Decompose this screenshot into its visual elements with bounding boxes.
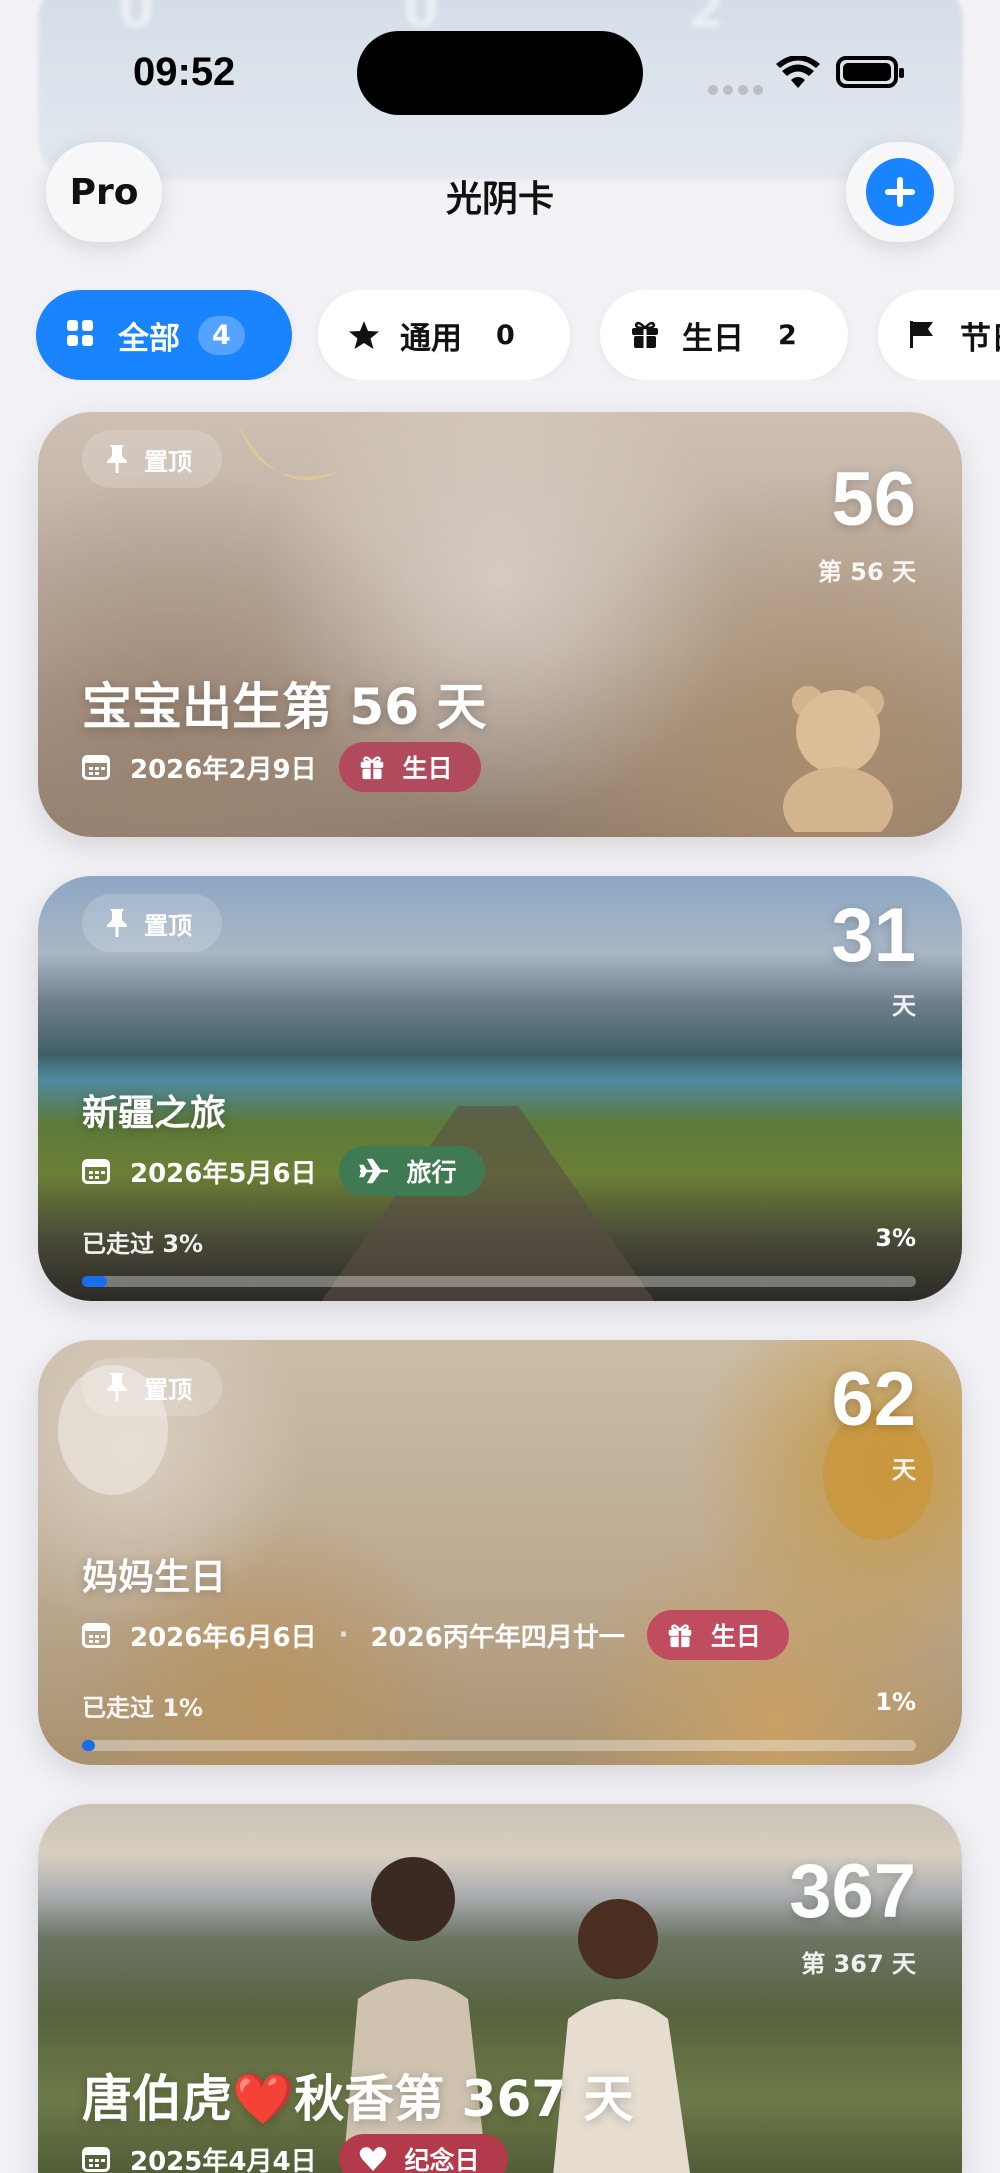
flag-icon xyxy=(908,319,940,351)
card-title: 妈妈生日 xyxy=(82,1557,227,1598)
tag-label: 旅行 xyxy=(406,1158,457,1187)
filter-count: 0 xyxy=(496,319,515,351)
filter-label: 全部 xyxy=(118,320,180,357)
plus-icon xyxy=(866,158,934,226)
star-icon xyxy=(348,319,380,351)
card-date: 2026年6月6日 xyxy=(130,1622,317,1653)
gift-icon xyxy=(630,319,662,351)
card-title: 唐伯虎❤️秋香第 367 天 xyxy=(82,2070,634,2128)
pinned-badge: 置顶 xyxy=(82,1358,222,1416)
calendar-icon xyxy=(82,755,110,780)
category-tag: 纪念日 xyxy=(338,2134,508,2173)
tag-label: 生日 xyxy=(710,1622,761,1651)
battery-icon xyxy=(836,56,904,88)
card-title: 新疆之旅 xyxy=(82,1093,227,1134)
countdown-card-trip[interactable]: 置顶 31 天 新疆之旅 2026年5月6日 旅行 已走过 3% 3% xyxy=(38,876,962,1301)
day-count-label: 天 xyxy=(892,1456,916,1484)
filter-chip-birthday[interactable]: 生日 2 xyxy=(600,290,848,380)
airplane-icon xyxy=(358,1158,388,1184)
day-count: 56 xyxy=(831,457,916,542)
category-tag: 生日 xyxy=(338,742,481,792)
progress-percent: 1% xyxy=(875,1688,916,1716)
card-date: 2025年4月4日 xyxy=(130,2146,317,2173)
progress-percent: 3% xyxy=(875,1224,916,1252)
card-meta: 2026年5月6日 旅行 xyxy=(82,1146,485,1196)
day-count-label: 第 367 天 xyxy=(801,1950,916,1978)
dynamic-island xyxy=(357,31,643,115)
filter-label: 生日 xyxy=(682,320,744,357)
category-tag: 旅行 xyxy=(338,1146,485,1196)
pin-icon xyxy=(107,445,127,473)
day-count-label: 天 xyxy=(892,992,916,1020)
progress-fill xyxy=(82,1740,95,1751)
countdown-card-baby[interactable]: 置顶 56 第 56 天 宝宝出生第 56 天 2026年2月9日 生日 xyxy=(38,412,962,837)
gift-icon xyxy=(360,756,383,780)
gift-icon xyxy=(668,1624,692,1648)
heart-icon xyxy=(359,2147,386,2171)
pinned-label: 置顶 xyxy=(144,447,192,476)
progress-label: 已走过 1% xyxy=(82,1694,204,1722)
calendar-icon xyxy=(82,1623,110,1648)
filter-bar: 全部 4 通用 0 生日 2 节日 xyxy=(0,290,1000,380)
card-meta: 2026年2月9日 生日 xyxy=(82,742,481,792)
day-count: 62 xyxy=(831,1357,916,1442)
pin-icon xyxy=(107,1373,127,1401)
status-bar: 09:52 xyxy=(0,0,1000,150)
progress-fill xyxy=(82,1276,108,1287)
day-count: 367 xyxy=(789,1849,916,1934)
pin-icon xyxy=(107,909,127,937)
pinned-badge: 置顶 xyxy=(82,894,222,952)
filter-label: 节日 xyxy=(960,320,1000,357)
pinned-label: 置顶 xyxy=(144,911,192,940)
card-meta: 2025年4月4日 纪念日 xyxy=(82,2134,508,2173)
road-decoration-icon xyxy=(321,1106,655,1301)
filter-chip-all[interactable]: 全部 4 xyxy=(36,290,292,380)
card-date: 2026年2月9日 xyxy=(130,754,317,785)
teddy-bear-decoration-icon xyxy=(783,686,893,832)
add-button[interactable] xyxy=(846,142,954,242)
filter-chip-holiday[interactable]: 节日 xyxy=(878,290,1000,380)
filter-count: 4 xyxy=(198,315,245,355)
countdown-card-mom-birthday[interactable]: 置顶 62 天 妈妈生日 2026年6月6日 · 2026丙午年四月廿一 生日 … xyxy=(38,1340,962,1765)
progress-bar xyxy=(82,1276,916,1287)
category-tag: 生日 xyxy=(646,1610,789,1660)
lunar-date: 2026丙午年四月廿一 xyxy=(370,1622,625,1653)
pinned-badge: 置顶 xyxy=(82,430,222,488)
pinned-label: 置顶 xyxy=(144,1375,192,1404)
tag-label: 纪念日 xyxy=(404,2146,480,2173)
progress-bar xyxy=(82,1740,916,1751)
countdown-card-anniversary[interactable]: 367 第 367 天 唐伯虎❤️秋香第 367 天 2025年4月4日 纪念日 xyxy=(38,1804,962,2173)
calendar-icon xyxy=(82,1159,110,1184)
signal-icon xyxy=(708,80,768,99)
day-count-label: 第 56 天 xyxy=(817,558,916,586)
calendar-icon xyxy=(82,2147,110,2172)
filter-count: 2 xyxy=(778,319,797,351)
card-title: 宝宝出生第 56 天 xyxy=(82,678,487,736)
progress-label: 已走过 3% xyxy=(82,1230,204,1258)
filter-chip-general[interactable]: 通用 0 xyxy=(318,290,570,380)
tag-label: 生日 xyxy=(402,754,453,783)
nav-bar: Pro 光阴卡 xyxy=(0,130,1000,255)
day-count: 31 xyxy=(831,893,916,978)
moon-decoration-icon xyxy=(238,422,338,481)
card-meta: 2026年6月6日 · 2026丙午年四月廿一 生日 xyxy=(82,1610,789,1660)
grid-icon xyxy=(66,319,98,351)
card-date: 2026年5月6日 xyxy=(130,1158,317,1189)
status-time: 09:52 xyxy=(133,50,236,94)
separator: · xyxy=(338,1620,349,1650)
filter-label: 通用 xyxy=(400,320,462,357)
wifi-icon xyxy=(776,56,820,88)
